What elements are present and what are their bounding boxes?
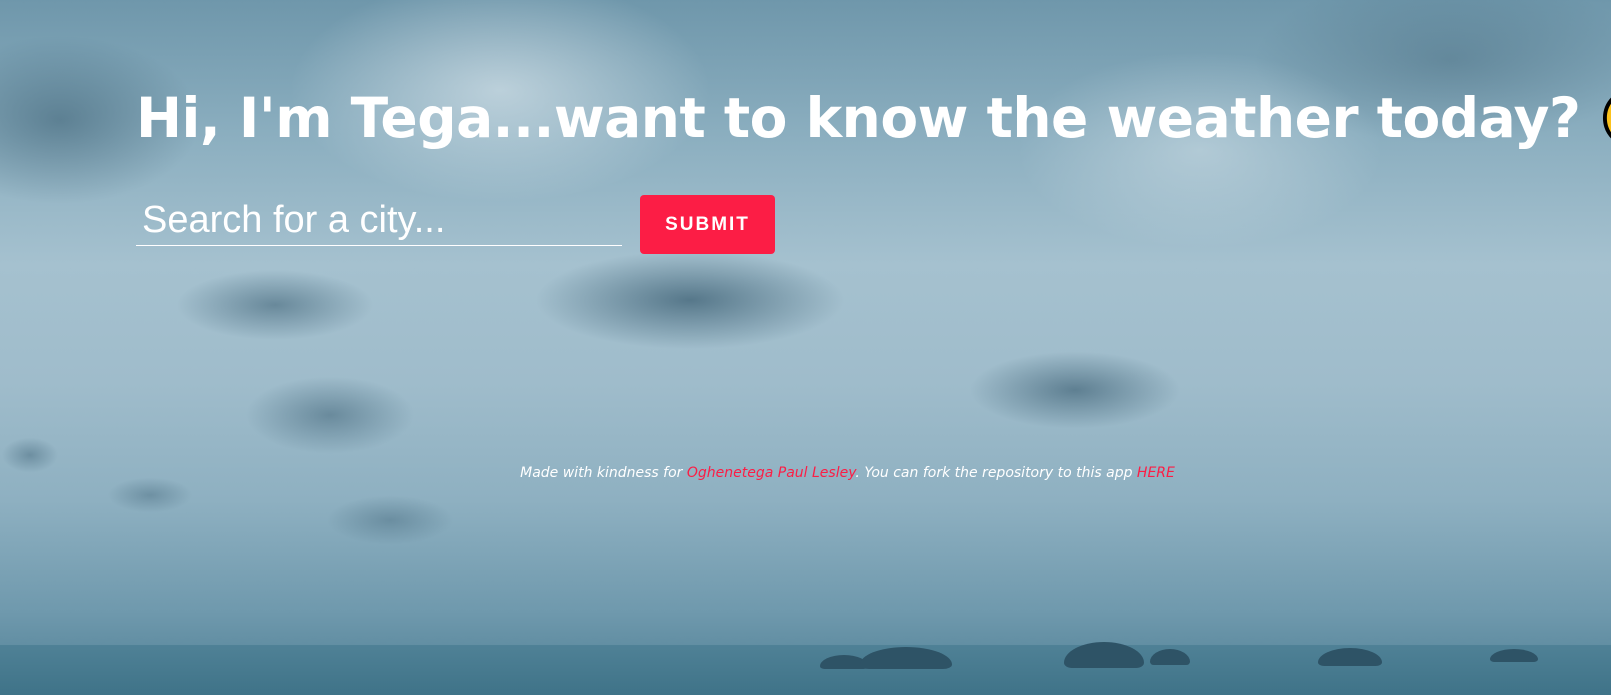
island — [860, 647, 952, 669]
island — [1490, 649, 1538, 662]
repository-link[interactable]: HERE — [1137, 465, 1175, 481]
author-link[interactable]: Oghenetega Paul Lesley — [687, 465, 856, 481]
page-heading: Hi, I'm Tega...want to know the weather … — [136, 86, 1611, 150]
smiley-face-icon — [1603, 97, 1611, 139]
island — [1150, 649, 1190, 665]
heading-text: Hi, I'm Tega...want to know the weather … — [136, 86, 1581, 150]
footer-credit: Made with kindness for Oghenetega Paul L… — [0, 465, 1611, 481]
footer-prefix-text: Made with kindness for — [520, 465, 687, 481]
island — [1318, 648, 1382, 666]
island — [1064, 642, 1144, 668]
city-search-input[interactable] — [136, 196, 622, 246]
submit-button[interactable]: SUBMIT — [640, 195, 775, 254]
footer-middle-text: . You can fork the repository to this ap… — [855, 465, 1137, 481]
background-sea — [0, 642, 1611, 695]
